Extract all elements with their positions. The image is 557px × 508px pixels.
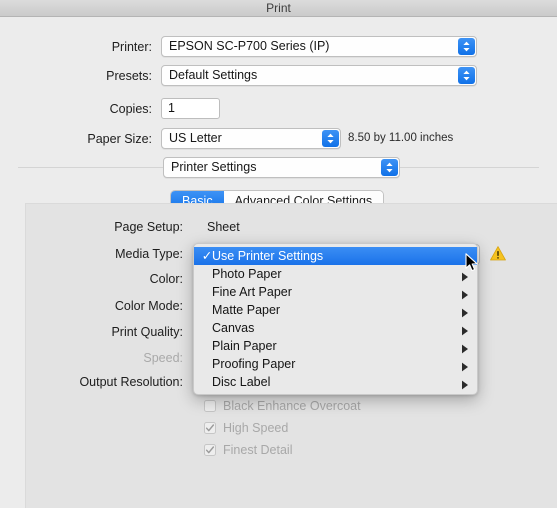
menu-item-label: Disc Label xyxy=(212,375,271,389)
menu-item-plain-paper[interactable]: Plain Paper xyxy=(194,337,477,355)
paper-size-row-label-wrap: Paper Size: xyxy=(0,128,152,150)
window-title: Print xyxy=(266,1,291,15)
menu-item-fine-art-paper[interactable]: Fine Art Paper xyxy=(194,283,477,301)
print-dialog-window: Print Printer: EPSON SC-P700 Series (IP)… xyxy=(0,0,557,508)
menu-item-canvas[interactable]: Canvas xyxy=(194,319,477,337)
window-titlebar: Print xyxy=(0,0,557,17)
presets-label: Presets: xyxy=(106,69,152,83)
page-setup-label: Page Setup: xyxy=(114,220,183,234)
finest-detail-label: Finest Detail xyxy=(223,443,293,457)
warning-triangle-icon xyxy=(490,246,506,261)
menu-item-label: Plain Paper xyxy=(212,339,277,353)
copies-row-label-wrap: Copies: xyxy=(0,98,152,120)
presets-popup-value: Default Settings xyxy=(169,68,258,82)
paper-size-popup-value: US Letter xyxy=(169,131,222,145)
paper-size-popup-button[interactable]: US Letter xyxy=(161,128,341,149)
menu-item-label: Proofing Paper xyxy=(212,357,296,371)
presets-row-label-wrap: Presets: xyxy=(0,65,152,87)
copies-label: Copies: xyxy=(109,102,152,116)
finest-detail-checkbox-box[interactable] xyxy=(204,444,216,456)
paper-size-popup-stepper-icon[interactable] xyxy=(322,130,339,147)
printer-popup-value: EPSON SC-P700 Series (IP) xyxy=(169,39,330,53)
menu-item-disc-label[interactable]: Disc Label xyxy=(194,373,477,391)
menu-item-label: Photo Paper xyxy=(212,267,282,281)
menu-item-proofing-paper[interactable]: Proofing Paper xyxy=(194,355,477,373)
media-type-dropdown-menu[interactable]: ✓ Use Printer Settings Photo Paper Fine … xyxy=(193,243,478,395)
output-resolution-label: Output Resolution: xyxy=(79,375,183,389)
menu-item-label: Matte Paper xyxy=(212,303,281,317)
high-speed-checkbox-box[interactable] xyxy=(204,422,216,434)
menu-item-use-printer-settings[interactable]: ✓ Use Printer Settings xyxy=(194,247,477,265)
menu-item-matte-paper[interactable]: Matte Paper xyxy=(194,301,477,319)
high-speed-label: High Speed xyxy=(223,421,289,435)
printer-row-label-wrap: Printer: xyxy=(0,36,152,58)
black-enhance-overcoat-label: Black Enhance Overcoat xyxy=(223,399,361,413)
menu-item-photo-paper[interactable]: Photo Paper xyxy=(194,265,477,283)
menu-item-label: Fine Art Paper xyxy=(212,285,292,299)
presets-popup-stepper-icon[interactable] xyxy=(458,67,475,84)
copies-input[interactable]: 1 xyxy=(161,98,220,119)
color-mode-label: Color Mode: xyxy=(114,299,183,313)
presets-popup-button[interactable]: Default Settings xyxy=(161,65,477,86)
black-enhance-overcoat-checkbox-box[interactable] xyxy=(204,400,216,412)
print-pane-popup-value: Printer Settings xyxy=(171,160,257,174)
menu-item-label: Use Printer Settings xyxy=(212,249,324,263)
print-pane-popup-stepper-icon[interactable] xyxy=(381,159,398,176)
speed-label: Speed: xyxy=(143,351,183,365)
media-type-label: Media Type: xyxy=(115,247,183,261)
paper-size-dimensions-note: 8.50 by 11.00 inches xyxy=(348,132,454,144)
print-pane-popup-button[interactable]: Printer Settings xyxy=(163,157,400,178)
print-quality-label: Print Quality: xyxy=(111,325,183,339)
copies-input-value: 1 xyxy=(168,101,175,115)
menu-item-label: Canvas xyxy=(212,321,255,335)
printer-label: Printer: xyxy=(111,40,152,54)
paper-size-label: Paper Size: xyxy=(87,132,152,146)
page-setup-value: Sheet xyxy=(207,220,240,234)
printer-popup-stepper-icon[interactable] xyxy=(458,38,475,55)
color-label: Color: xyxy=(149,272,183,286)
submenu-arrow-icon xyxy=(461,377,469,395)
printer-popup-button[interactable]: EPSON SC-P700 Series (IP) xyxy=(161,36,477,57)
